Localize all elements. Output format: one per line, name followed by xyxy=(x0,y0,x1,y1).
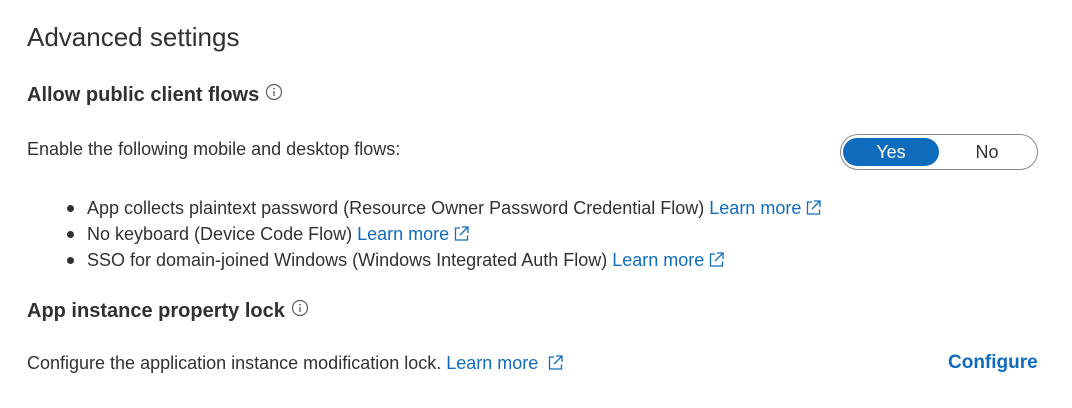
instance-lock-description-row: Configure the application instance modif… xyxy=(27,353,565,374)
list-item: SSO for domain-joined Windows (Windows I… xyxy=(62,247,823,273)
instance-lock-heading: App instance property lock xyxy=(27,299,309,323)
toggle-yes-option[interactable]: Yes xyxy=(843,138,939,166)
info-icon[interactable] xyxy=(291,299,309,317)
instance-lock-description: Configure the application instance modif… xyxy=(27,353,442,373)
external-link-icon xyxy=(451,224,471,244)
list-item: App collects plaintext password (Resourc… xyxy=(62,195,823,221)
toggle-no-option[interactable]: No xyxy=(939,138,1035,166)
info-icon[interactable] xyxy=(265,83,283,101)
page-title: Advanced settings xyxy=(27,22,240,52)
learn-more-link-text: Learn more xyxy=(709,198,802,218)
learn-more-link-text: Learn more xyxy=(612,250,705,270)
public-client-flows-heading-text: Allow public client flows xyxy=(27,84,260,106)
flow-description: App collects plaintext password (Resourc… xyxy=(87,198,705,218)
learn-more-link[interactable]: Learn more xyxy=(357,224,471,244)
learn-more-link[interactable]: Learn more xyxy=(612,250,726,270)
learn-more-link-text: Learn more xyxy=(446,353,539,373)
flows-list: App collects plaintext password (Resourc… xyxy=(62,195,823,273)
external-link-icon xyxy=(545,353,565,373)
configure-button[interactable]: Configure xyxy=(948,352,1038,374)
learn-more-link-text: Learn more xyxy=(357,224,450,244)
flow-description: SSO for domain-joined Windows (Windows I… xyxy=(87,250,608,270)
public-client-flows-toggle[interactable]: Yes No xyxy=(840,134,1038,170)
learn-more-link[interactable]: Learn more xyxy=(446,353,565,373)
instance-lock-heading-text: App instance property lock xyxy=(27,300,285,322)
learn-more-link[interactable]: Learn more xyxy=(709,198,823,218)
flow-description: No keyboard (Device Code Flow) xyxy=(87,224,353,244)
external-link-icon xyxy=(803,198,823,218)
external-link-icon xyxy=(706,250,726,270)
public-client-flows-heading: Allow public client flows xyxy=(27,83,283,107)
list-item: No keyboard (Device Code Flow) Learn mor… xyxy=(62,221,823,247)
public-client-flows-description: Enable the following mobile and desktop … xyxy=(27,139,401,159)
